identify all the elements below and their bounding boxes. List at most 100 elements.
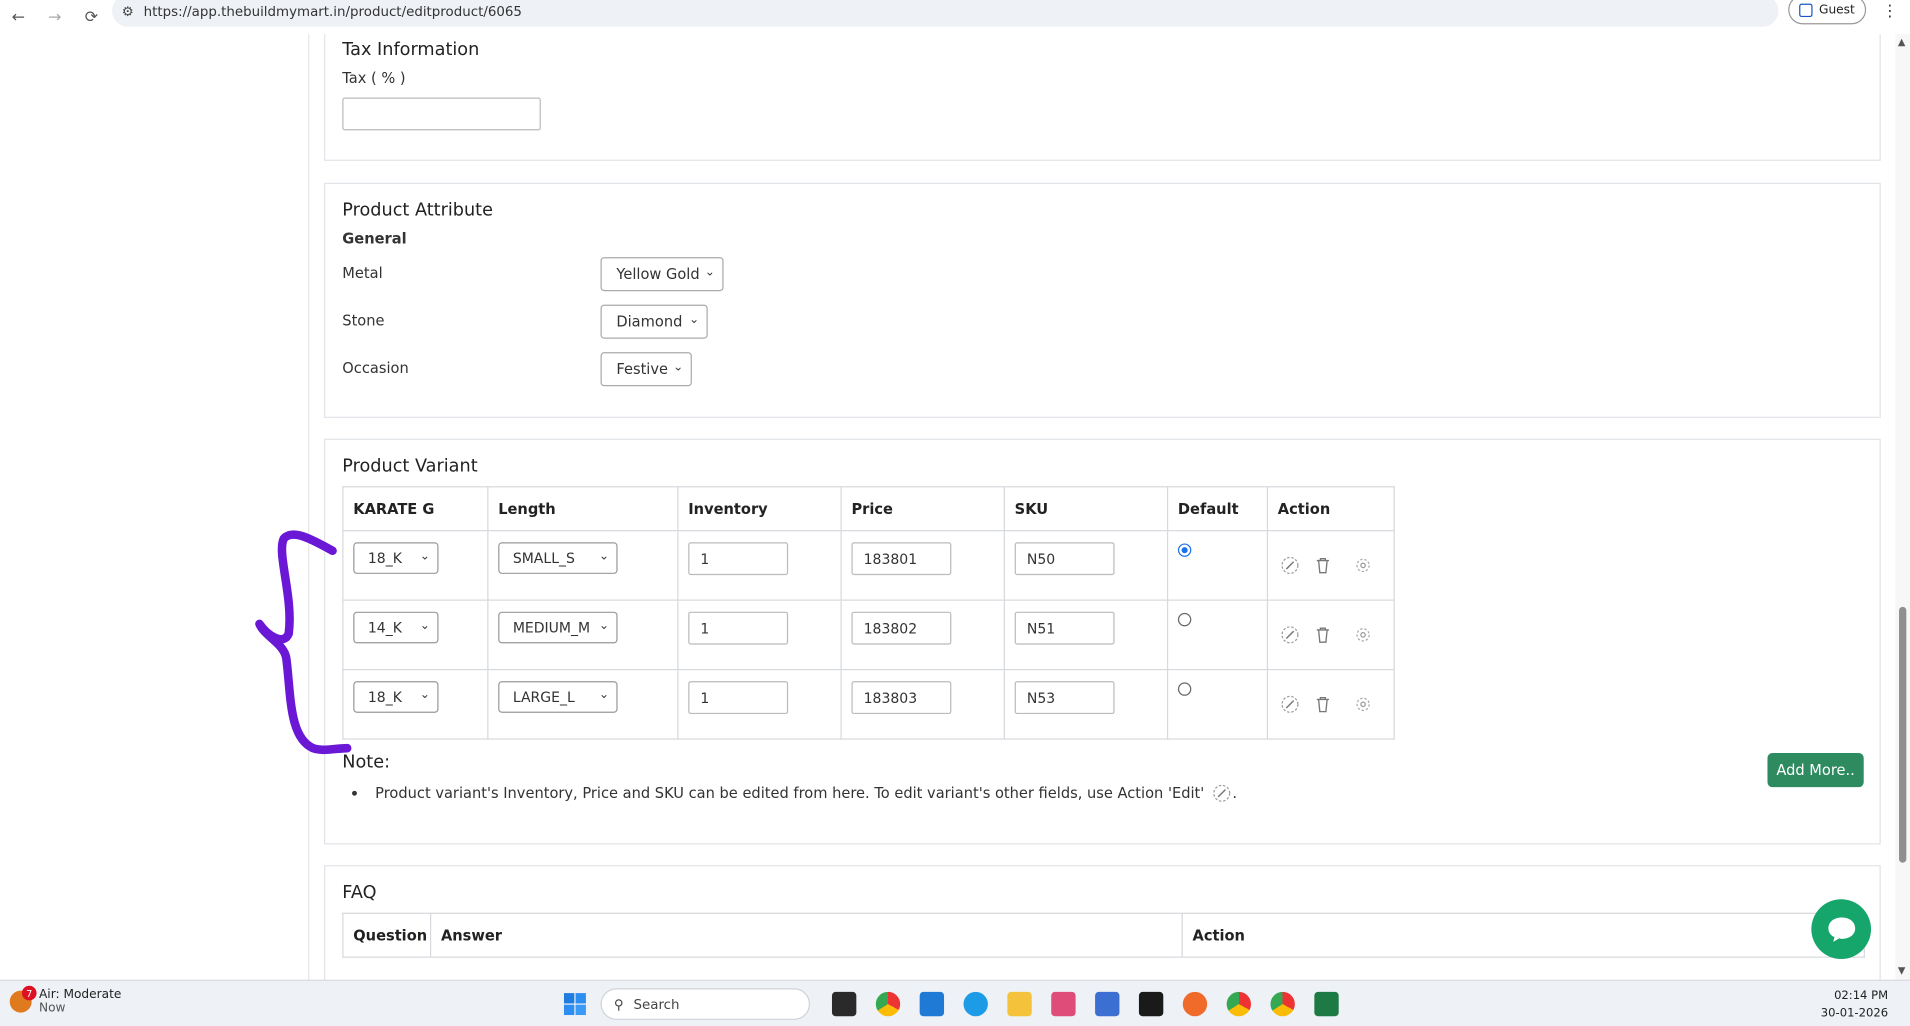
file-explorer-icon[interactable] (1007, 991, 1032, 1017)
sku-cell: N51 (1003, 599, 1169, 671)
price-input[interactable]: 183803 (851, 681, 952, 715)
task-view-icon[interactable] (831, 991, 857, 1017)
scroll-up-icon[interactable]: ▲ (1898, 37, 1905, 48)
edit-icon[interactable] (1280, 556, 1299, 575)
sku-input[interactable]: N50 (1014, 542, 1115, 576)
price-input[interactable]: 183802 (851, 611, 952, 645)
delete-icon[interactable] (1313, 556, 1332, 575)
sku-input[interactable]: N51 (1014, 611, 1115, 645)
chrome-profile-2-icon[interactable] (1270, 991, 1295, 1017)
col-faq-action: Action (1181, 912, 1865, 958)
system-clock[interactable]: 02:14 PM 30-01-2026 (1791, 988, 1888, 1022)
price-cell: 183803 (840, 668, 1005, 740)
forward-icon[interactable]: → (37, 6, 74, 28)
delete-icon[interactable] (1313, 625, 1332, 644)
weather-badge: 7 (21, 985, 37, 1001)
length-select[interactable]: SMALL_S ⌄ (498, 542, 618, 574)
add-more-button[interactable]: Add More.. (1767, 753, 1864, 788)
vscode-icon[interactable] (919, 991, 945, 1017)
profile-button[interactable]: Guest (1788, 0, 1867, 25)
karate-value: 14_K (367, 619, 402, 637)
occasion-label: Occasion (342, 359, 409, 377)
price-cell: 183801 (840, 530, 1005, 601)
search-icon: ⚲ (613, 996, 624, 1012)
weather-widget[interactable]: 7 Air: Moderate Now (9, 985, 122, 1016)
default-radio[interactable] (1177, 543, 1192, 557)
back-icon[interactable]: ← (0, 6, 37, 28)
settings-icon[interactable] (1353, 625, 1372, 644)
note-line: Product variant's Inventory, Price and S… (352, 784, 1237, 803)
os-taskbar: 7 Air: Moderate Now ⚲ Search 02:14 PM 30… (0, 979, 1910, 1026)
sku-input[interactable]: N53 (1014, 681, 1115, 715)
page-scrollbar[interactable]: ▲ ▼ (1895, 34, 1910, 980)
snipping-tool-icon[interactable] (1051, 991, 1076, 1017)
col-sku: SKU (1003, 486, 1169, 532)
chevron-down-icon: ⌄ (419, 688, 430, 702)
settings-icon[interactable] (1353, 556, 1372, 575)
col-length: Length (487, 486, 679, 532)
metal-label: Metal (342, 264, 383, 282)
excel-icon[interactable] (1314, 991, 1339, 1017)
chevron-down-icon: ⌄ (419, 619, 430, 633)
attribute-section-title: Product Attribute (342, 201, 493, 221)
scroll-down-icon[interactable]: ▼ (1898, 965, 1905, 976)
price-input[interactable]: 183801 (851, 542, 952, 576)
site-settings-icon[interactable]: ⚙ (122, 3, 134, 19)
delete-icon[interactable] (1313, 695, 1332, 714)
reload-icon[interactable]: ⟳ (73, 6, 110, 28)
stone-label: Stone (342, 311, 385, 330)
inventory-cell: 1 (677, 668, 842, 740)
postman-icon[interactable] (1182, 991, 1208, 1017)
scroll-thumb[interactable] (1899, 606, 1907, 863)
default-cell (1166, 530, 1269, 601)
profile-icon (1799, 3, 1813, 17)
chat-button[interactable] (1811, 899, 1872, 959)
col-inventory: Inventory (677, 486, 842, 532)
faq-header-row: Question Answer Action (342, 912, 1865, 958)
col-action: Action (1266, 486, 1395, 532)
metal-select[interactable]: Yellow Gold ⌄ (600, 257, 724, 292)
edit-icon[interactable] (1280, 625, 1299, 644)
chrome-icon[interactable] (875, 991, 901, 1017)
terminal-icon[interactable] (1138, 991, 1164, 1017)
inventory-input[interactable]: 1 (688, 611, 789, 645)
taskbar-search[interactable]: ⚲ Search (600, 988, 811, 1020)
length-value: LARGE_L (512, 688, 575, 706)
sku-cell: N50 (1003, 530, 1169, 601)
karate-select[interactable]: 14_K ⌄ (353, 611, 439, 644)
default-cell (1166, 668, 1269, 740)
chrome-profile-icon[interactable] (1226, 991, 1251, 1017)
inventory-input[interactable]: 1 (688, 542, 789, 576)
edge-icon[interactable] (963, 991, 988, 1017)
occasion-select[interactable]: Festive ⌄ (600, 352, 692, 387)
weather-sub: Now (38, 1001, 66, 1016)
length-select[interactable]: LARGE_L ⌄ (498, 681, 618, 713)
address-bar[interactable]: ⚙ https://app.thebuildmymart.in/product/… (112, 0, 1779, 27)
faq-card: FAQ Question Answer Action (324, 865, 1881, 980)
tax-input[interactable] (342, 97, 541, 131)
default-cell (1166, 599, 1269, 671)
url-text: https://app.thebuildmymart.in/product/ed… (143, 3, 522, 19)
action-cell (1266, 599, 1395, 671)
browser-toolbar: ← → ⟳ ⚙ https://app.thebuildmymart.in/pr… (0, 0, 1910, 35)
karate-select[interactable]: 18_K ⌄ (353, 681, 439, 713)
variant-card: Product Variant KARATE G Length Inventor… (324, 438, 1881, 845)
notepad-icon[interactable] (1095, 991, 1120, 1017)
edit-icon[interactable] (1280, 695, 1299, 714)
inventory-input[interactable]: 1 (688, 681, 789, 715)
settings-icon[interactable] (1353, 695, 1372, 714)
length-select[interactable]: MEDIUM_M ⌄ (498, 611, 618, 644)
default-radio[interactable] (1177, 682, 1192, 696)
default-radio[interactable] (1177, 612, 1192, 627)
karate-cell: 18_K ⌄ (342, 530, 489, 601)
chevron-down-icon: ⌄ (688, 313, 700, 327)
browser-menu-icon[interactable]: ⋮ (1882, 2, 1898, 20)
karate-select[interactable]: 18_K ⌄ (353, 542, 439, 574)
variant-header-row: KARATE G Length Inventory Price SKU Defa… (342, 486, 1395, 532)
stone-select[interactable]: Diamond ⌄ (600, 304, 708, 339)
variant-section-title: Product Variant (342, 456, 478, 477)
metal-value: Yellow Gold (616, 265, 700, 283)
windows-start-icon[interactable] (563, 992, 587, 1016)
chevron-down-icon: ⌄ (598, 688, 610, 702)
edit-icon (1212, 784, 1230, 802)
